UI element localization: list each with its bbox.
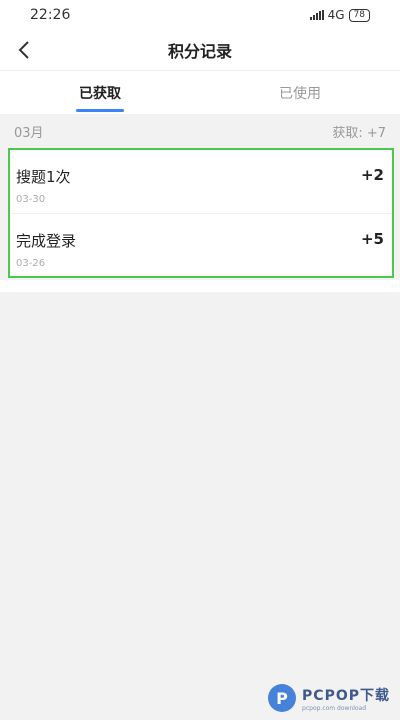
record-points: +5 — [360, 230, 384, 248]
status-time: 22:26 — [30, 7, 71, 23]
tab-used-label: 已使用 — [279, 85, 321, 102]
watermark-logo-icon: P — [268, 684, 297, 712]
record-date: 03-30 — [16, 194, 46, 205]
watermark-logo-letter: P — [276, 688, 288, 708]
list-item: 完成登录 03-26 +5 — [10, 216, 392, 278]
nav-bar: 积分记录 — [0, 30, 400, 70]
tab-bar: 已获取 已使用 — [0, 70, 400, 114]
battery-level: 78 — [353, 9, 365, 20]
month-group-header: 03月 获取: +7 — [0, 116, 400, 146]
signal-icon — [309, 10, 324, 20]
back-button[interactable] — [10, 36, 38, 64]
record-name: 搜题1次 — [16, 168, 71, 186]
active-tab-indicator — [76, 109, 124, 112]
list-footer-padding — [0, 280, 400, 292]
status-bar: 22:26 4G 78 — [0, 0, 400, 30]
watermark: P PCPOP下载 pcpop.com download — [268, 684, 390, 712]
month-label: 03月 — [14, 125, 44, 141]
tab-earned[interactable]: 已获取 — [0, 71, 200, 114]
status-indicators: 4G 78 — [309, 8, 370, 22]
record-date: 03-26 — [16, 258, 46, 269]
tab-used[interactable]: 已使用 — [200, 71, 400, 114]
watermark-text: PCPOP下载 pcpop.com download — [302, 685, 390, 712]
battery-icon: 78 — [348, 8, 370, 22]
chevron-left-icon — [18, 41, 29, 59]
watermark-sub: pcpop.com download — [302, 704, 367, 712]
watermark-main: PCPOP下载 — [302, 687, 390, 704]
list-item: 搜题1次 03-30 +2 — [10, 152, 392, 214]
record-list: 搜题1次 03-30 +2 完成登录 03-26 +5 — [8, 148, 394, 278]
tab-earned-label: 已获取 — [79, 85, 121, 102]
month-summary: 获取: +7 — [332, 125, 386, 141]
record-points: +2 — [360, 166, 384, 184]
record-name: 完成登录 — [16, 232, 77, 250]
network-type: 4G — [327, 8, 345, 22]
page-title: 积分记录 — [167, 42, 232, 61]
